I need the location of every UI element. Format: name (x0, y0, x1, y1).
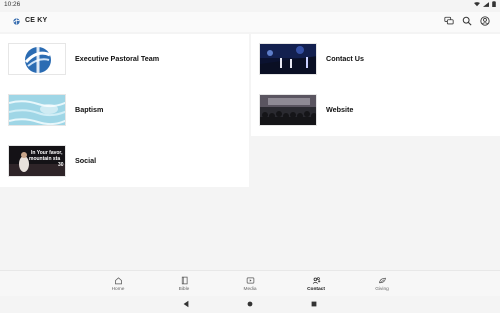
water-photo (9, 95, 65, 125)
book-icon (181, 276, 187, 285)
thumb-text-line-3: 30 (58, 162, 64, 168)
card-thumbnail: In Your favor, mountain sta 30 (8, 145, 66, 177)
status-time: 10:26 (4, 1, 21, 8)
card-baptism[interactable]: Baptism (0, 85, 249, 136)
church-logo-icon (13, 18, 20, 25)
account-icon[interactable] (480, 16, 490, 26)
worship-photo: In Your favor, mountain sta 30 (9, 146, 65, 176)
play-icon (246, 277, 254, 284)
card-thumbnail (259, 43, 317, 75)
app-title: CE KY (25, 17, 48, 24)
battery-icon (492, 1, 496, 7)
nav-item-bible[interactable]: Bible (164, 276, 204, 292)
card-label: Social (75, 156, 97, 165)
nav-label: Contact (307, 287, 325, 292)
nav-item-contact[interactable]: Contact (296, 276, 336, 292)
nav-item-media[interactable]: Media (230, 276, 270, 292)
stage-photo (260, 44, 316, 74)
nav-label: Giving (375, 287, 389, 292)
leaf-icon (378, 277, 386, 284)
nav-item-home[interactable]: Home (98, 276, 138, 292)
home-circle-icon[interactable] (246, 300, 254, 308)
wifi-icon (474, 1, 480, 6)
card-thumbnail (8, 43, 66, 75)
card-label: Contact Us (326, 54, 364, 63)
search-icon[interactable] (462, 16, 472, 26)
chat-icon[interactable] (444, 16, 454, 26)
people-icon (312, 277, 320, 284)
card-social[interactable]: In Your favor, mountain sta 30 Social (0, 136, 249, 187)
card-website[interactable]: Website (251, 85, 500, 136)
nav-item-giving[interactable]: Giving (362, 276, 402, 292)
card-label: Baptism (75, 105, 104, 114)
card-label: Executive Pastoral Team (75, 54, 160, 63)
bottom-nav: Home Bible Media Contact Giving (0, 270, 500, 296)
crowd-photo (260, 95, 316, 125)
nav-label: Bible (178, 287, 190, 292)
app-bar: CE KY (0, 12, 500, 32)
back-icon[interactable] (182, 300, 190, 308)
status-bar: 10:26 (0, 0, 500, 11)
recents-icon[interactable] (310, 300, 318, 308)
nav-label: Media (243, 287, 257, 292)
signal-icon (483, 1, 489, 7)
card-executive-pastoral-team[interactable]: Executive Pastoral Team (0, 34, 249, 85)
home-icon (114, 277, 122, 285)
card-thumbnail (8, 94, 66, 126)
thumb-text-line-2: mountain sta (29, 156, 60, 162)
status-icons (474, 1, 496, 7)
church-logo-image (9, 44, 65, 74)
card-thumbnail (259, 94, 317, 126)
card-contact-us[interactable]: Contact Us (251, 34, 500, 85)
app-actions (444, 16, 490, 26)
nav-label: Home (111, 287, 125, 292)
system-nav-bar (0, 296, 500, 313)
card-label: Website (326, 105, 354, 114)
